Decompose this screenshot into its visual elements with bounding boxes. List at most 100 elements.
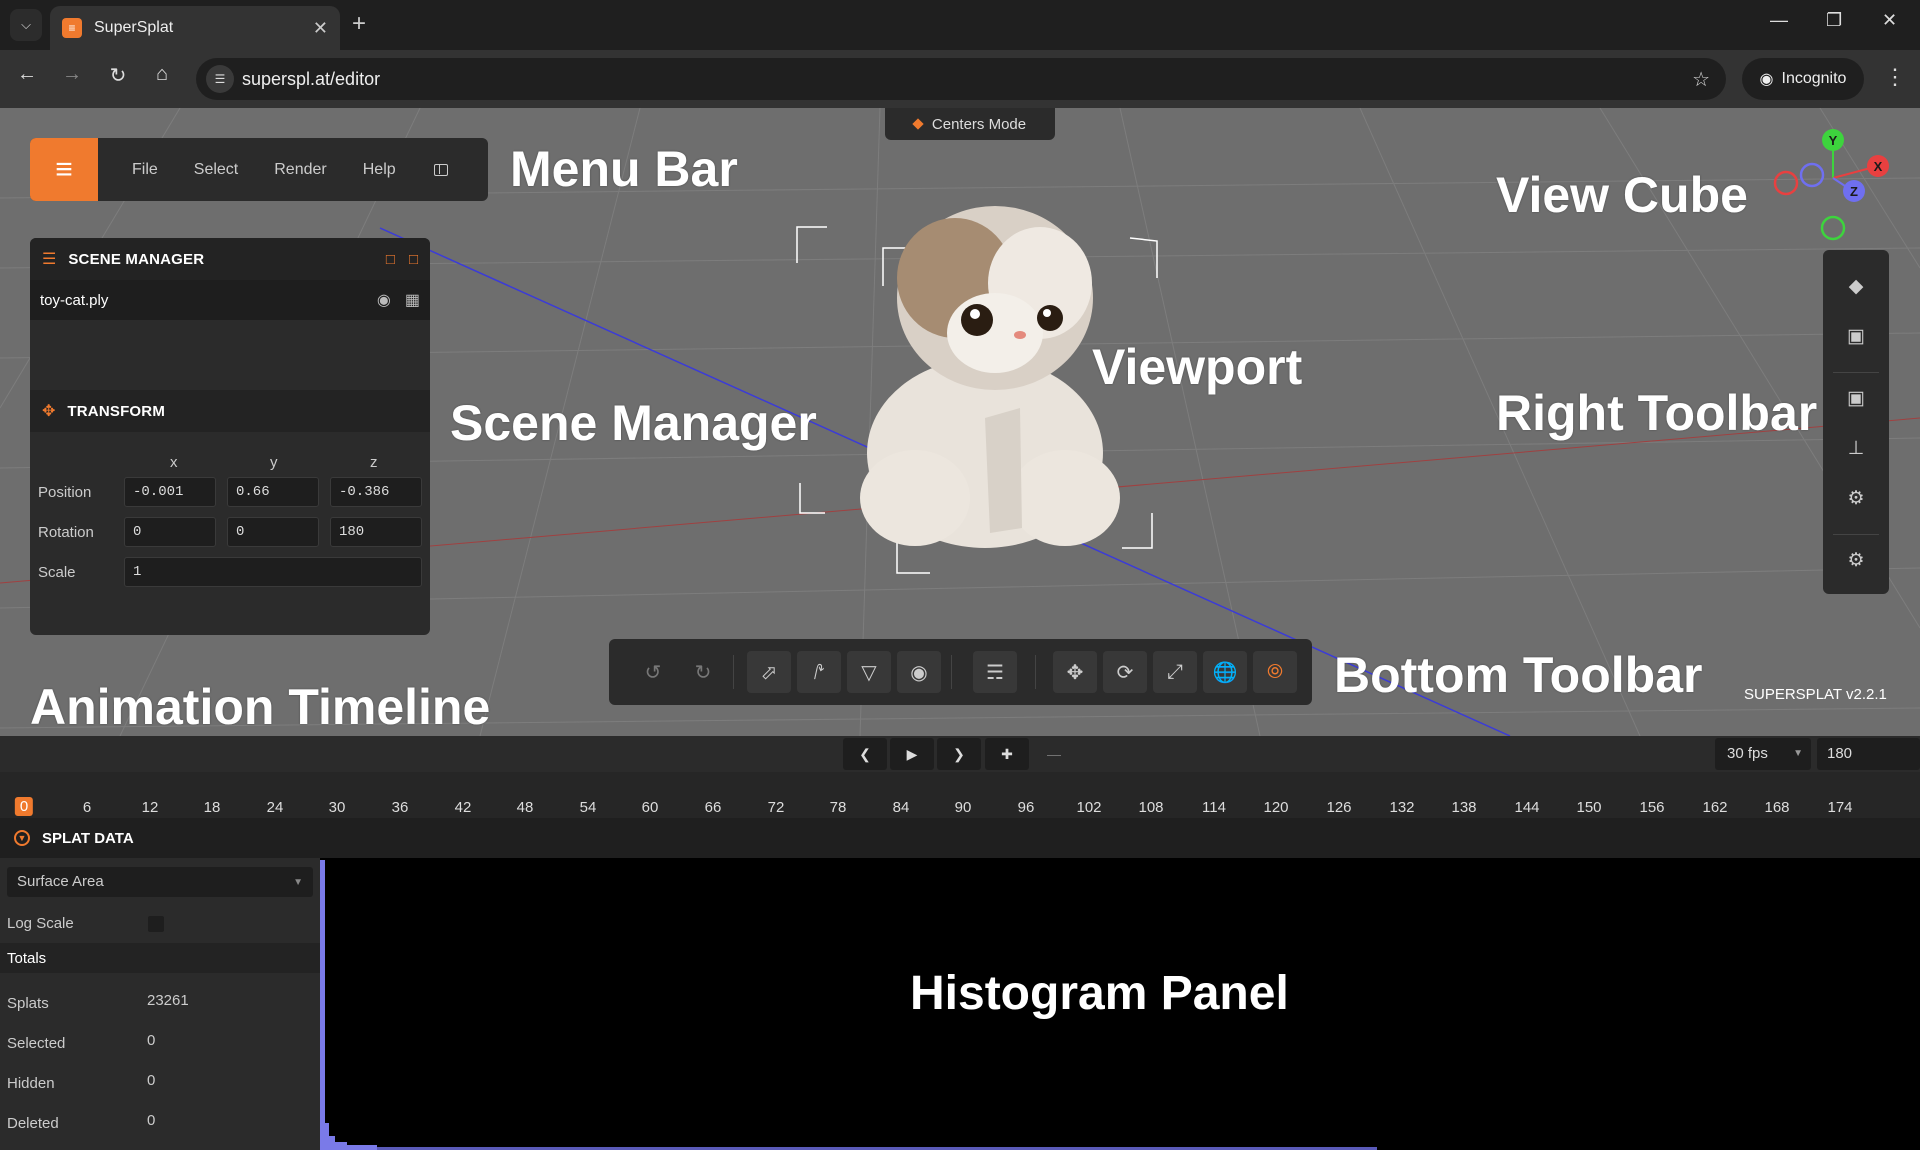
bottom-toolbar: ↺ ↻ ⬀ ⭚ ▽ ◉ ☴ ✥ ⟳ ⤢ 🌐 ⦾: [609, 639, 1312, 705]
window-close-icon[interactable]: ✕: [1882, 10, 1897, 31]
scene-item[interactable]: toy-cat.ply ◉ ▦: [30, 280, 430, 320]
view-cube-y-negative[interactable]: [1820, 215, 1846, 241]
view-cube-z-negative[interactable]: [1799, 162, 1825, 188]
site-info-icon[interactable]: ☰: [206, 65, 234, 93]
collapse-chevron-icon: ▼: [14, 830, 30, 846]
minimize-icon[interactable]: —: [1770, 10, 1788, 31]
selected-value: 0: [147, 1032, 156, 1049]
trash-icon[interactable]: ▦: [405, 290, 420, 310]
splat-data-header[interactable]: ▼ SPLAT DATA: [0, 818, 1920, 858]
sphere-select-icon[interactable]: ☴: [973, 651, 1017, 693]
timeline-tick: 18: [203, 799, 221, 816]
picker-select-icon[interactable]: ⬀: [747, 651, 791, 693]
menu-select[interactable]: Select: [194, 161, 238, 179]
toolbar-separator: [1035, 655, 1036, 689]
centers-mode-icon[interactable]: ◆: [1834, 266, 1878, 306]
axis-label-z: z: [370, 454, 378, 471]
pivot-icon[interactable]: ⦾: [1253, 651, 1297, 693]
viewport[interactable]: Centers Mode ≡ File Select Render Help M…: [0, 108, 1920, 736]
histogram-bar: [325, 1123, 329, 1150]
timeline-tick: 24: [266, 799, 284, 816]
close-icon[interactable]: ✕: [313, 18, 328, 39]
histogram-bar: [320, 860, 325, 1150]
scale-field[interactable]: 1: [124, 557, 422, 587]
transform-grid: x y z Position -0.001 0.66 -0.386 Rotati…: [30, 432, 430, 635]
metric-value: Surface Area: [17, 873, 104, 890]
translate-icon[interactable]: ✥: [1053, 651, 1097, 693]
remove-keyframe-icon[interactable]: —: [1032, 738, 1076, 770]
incognito-icon: ◉: [1759, 71, 1774, 88]
undo-icon[interactable]: ↺: [631, 651, 675, 693]
histogram-panel[interactable]: Histogram Panel: [320, 858, 1920, 1150]
timeline-tick: 60: [641, 799, 659, 816]
centers-mode-indicator[interactable]: Centers Mode: [885, 108, 1055, 140]
toolbar-separator: [1833, 372, 1879, 373]
selected-label: Selected: [7, 1035, 66, 1052]
restore-icon[interactable]: ❐: [1826, 10, 1842, 31]
toy-cat-model[interactable]: [860, 206, 1120, 548]
rotation-z-field[interactable]: 180: [330, 517, 422, 547]
view-cube-x-label: X: [1874, 159, 1883, 174]
prev-frame-icon[interactable]: ❮: [843, 738, 887, 770]
rotate-icon[interactable]: ⟳: [1103, 651, 1147, 693]
log-scale-checkbox[interactable]: [148, 916, 164, 932]
world-space-icon[interactable]: 🌐: [1203, 651, 1247, 693]
new-tab-plus-icon[interactable]: +: [352, 10, 366, 38]
eye-icon[interactable]: ◉: [377, 290, 391, 310]
redo-icon[interactable]: ↻: [681, 651, 725, 693]
add-keyframe-icon[interactable]: ✚: [985, 738, 1029, 770]
rotation-x-field[interactable]: 0: [124, 517, 216, 547]
scene-manager-title: SCENE MANAGER: [68, 250, 205, 268]
home-icon[interactable]: ⌂: [147, 63, 177, 86]
menu-file[interactable]: File: [132, 161, 158, 179]
deleted-value: 0: [147, 1112, 156, 1129]
menu-render[interactable]: Render: [274, 161, 326, 179]
timeline-ruler[interactable]: 0 6 12 18 24 30 36 42 48 54 60 66 72 78 …: [0, 772, 1920, 818]
next-frame-icon[interactable]: ❯: [937, 738, 981, 770]
view-cube-x-negative[interactable]: [1773, 170, 1799, 196]
brush-select-icon[interactable]: ◉: [897, 651, 941, 693]
play-icon[interactable]: ▶: [890, 738, 934, 770]
position-z-field[interactable]: -0.386: [330, 477, 422, 507]
browser-menu-icon[interactable]: ⋮: [1884, 64, 1906, 90]
position-y-field[interactable]: 0.66: [227, 477, 319, 507]
splats-label: Splats: [7, 995, 49, 1012]
color-adjust-icon[interactable]: ⚙: [1834, 478, 1878, 518]
new-scene-icon[interactable]: □: [409, 251, 418, 268]
view-cube-z-label: Z: [1850, 184, 1858, 199]
frame-selection-icon[interactable]: ▣: [1834, 378, 1878, 418]
tab-search-button[interactable]: ⌵: [10, 9, 42, 41]
url-text: superspl.at/editor: [242, 69, 381, 89]
bookmark-star-icon[interactable]: ☆: [1692, 67, 1710, 92]
scene-item-name: toy-cat.ply: [40, 291, 109, 309]
import-icon[interactable]: □: [386, 251, 395, 268]
browser-tab[interactable]: ≡ SuperSplat ✕: [50, 6, 340, 50]
position-x-field[interactable]: -0.001: [124, 477, 216, 507]
forward-arrow-icon[interactable]: →: [57, 63, 87, 86]
polygon-select-icon[interactable]: ▽: [847, 651, 891, 693]
rotation-y-field[interactable]: 0: [227, 517, 319, 547]
lasso-select-icon[interactable]: ⭚: [797, 651, 841, 693]
annotation-bottom-toolbar: Bottom Toolbar: [1334, 647, 1703, 703]
timeline-tick: 156: [1639, 799, 1665, 816]
reload-icon[interactable]: ↻: [103, 63, 133, 88]
metric-select[interactable]: Surface Area ▼: [7, 867, 313, 897]
incognito-badge[interactable]: ◉ Incognito: [1742, 58, 1864, 100]
current-frame-marker[interactable]: 0: [14, 797, 34, 816]
panel-toggle-icon[interactable]: [433, 163, 448, 176]
supersplat-logo-icon[interactable]: ≡: [30, 138, 98, 201]
rotation-label: Rotation: [38, 524, 94, 541]
menu-help[interactable]: Help: [363, 161, 396, 179]
fps-select[interactable]: 30 fps ▼: [1715, 738, 1811, 770]
rings-mode-icon[interactable]: ▣: [1834, 316, 1878, 356]
gear-icon[interactable]: ⚙: [1834, 540, 1878, 580]
frame-count-field[interactable]: 180: [1817, 738, 1920, 770]
scale-icon[interactable]: ⤢: [1153, 651, 1197, 693]
reset-camera-icon[interactable]: ⊥: [1834, 428, 1878, 468]
timeline-tick: 108: [1138, 799, 1164, 816]
timeline-tick: 36: [391, 799, 409, 816]
browser-toolbar: ← → ↻ ⌂ ☰ superspl.at/editor ☆ ◉ Incogni…: [0, 50, 1920, 108]
back-arrow-icon[interactable]: ←: [12, 63, 42, 86]
address-bar[interactable]: ☰ superspl.at/editor ☆: [196, 58, 1726, 100]
centers-mode-diamond-icon: [912, 118, 924, 130]
